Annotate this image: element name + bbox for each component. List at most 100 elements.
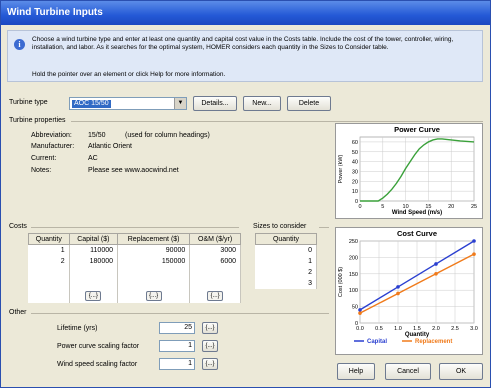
sizes-table[interactable]: Quantity 0 1 2 3 [255, 233, 317, 289]
current-label: Current: [31, 155, 57, 162]
info-text: Choose a wind turbine type and enter at … [32, 36, 454, 51]
table-cell[interactable]: 6000 [189, 255, 241, 267]
notes-label: Notes: [31, 167, 52, 174]
power-scaling-sensitivity-button[interactable]: {...} [202, 340, 218, 352]
table-cell[interactable]: 3000 [189, 244, 241, 256]
details-button[interactable]: Details... [193, 96, 237, 111]
om-sensitivity-button[interactable]: {...} [207, 290, 224, 301]
data-point [434, 272, 438, 276]
data-point [472, 239, 476, 243]
help-button[interactable]: Help [337, 363, 375, 380]
table-cell[interactable]: 180000 [69, 255, 119, 267]
info-hint: Hold the pointer over an element or clic… [32, 71, 226, 78]
x-tick-label: 5 [381, 204, 384, 210]
column-header: Capital ($) [68, 233, 119, 245]
table-cell[interactable]: 110000 [69, 244, 119, 256]
replacement-sensitivity-button[interactable]: {...} [145, 290, 162, 301]
table-row[interactable]: 2 180000 150000 6000 [28, 255, 241, 267]
column-header: Quantity [255, 233, 317, 245]
lifetime-input[interactable]: 25 [159, 322, 195, 334]
y-tick-label: 20 [352, 179, 358, 185]
table-row[interactable]: 1 110000 90000 3000 [28, 244, 241, 256]
chevron-down-icon[interactable]: ▼ [174, 98, 186, 109]
x-tick-label: 0.5 [375, 326, 383, 332]
lifetime-sensitivity-button[interactable]: {...} [202, 322, 218, 334]
y-tick-label: 50 [352, 305, 358, 311]
y-axis-label: Power (kW) [338, 154, 344, 183]
legend-label: Replacement [415, 339, 452, 345]
size-value[interactable]: 3 [255, 277, 317, 289]
y-tick-label: 30 [352, 169, 358, 175]
delete-button[interactable]: Delete [287, 96, 331, 111]
column-header: Replacement ($) [116, 233, 191, 245]
x-tick-label: 3.0 [470, 326, 478, 332]
data-point [358, 311, 362, 315]
new-button[interactable]: New... [243, 96, 281, 111]
notes-value: Please see www.aocwind.net [88, 167, 179, 174]
sizes-heading: Sizes to consider [253, 223, 307, 230]
current-value: AC [88, 155, 98, 162]
wind-scaling-sensitivity-button[interactable]: {...} [202, 358, 218, 370]
x-tick-label: 0.0 [356, 326, 364, 332]
cost-curve-svg: Cost Curve0501001502002500.0 0.5 1.0 1.5 2.0… [338, 229, 478, 345]
info-icon: i [14, 39, 25, 50]
abbreviation-value: 15/50 [88, 132, 106, 139]
capital-sensitivity-button[interactable]: {...} [85, 290, 102, 301]
wind-scaling-label: Wind speed scaling factor [57, 361, 138, 368]
costs-table[interactable]: Quantity Capital ($) Replacement ($) O&M… [28, 233, 241, 303]
wind-scaling-input[interactable]: 1 [159, 358, 195, 370]
data-point [358, 308, 362, 312]
divider [31, 313, 329, 314]
x-tick-label: 20 [448, 204, 454, 210]
size-value[interactable]: 2 [255, 266, 317, 278]
size-value[interactable]: 1 [255, 255, 317, 267]
data-point [396, 291, 400, 296]
cost-curve-chart: Cost Curve 0 50 100 150 200 250 0.0 0.5 1.0 1.5 2.0… [335, 227, 483, 355]
data-point [472, 252, 476, 256]
power-curve-svg: Power Curve01020304050600 5 10 15 20 25Wind S… [338, 125, 477, 216]
costs-heading: Costs [9, 223, 27, 230]
legend-label: Capital [367, 339, 387, 345]
data-point [396, 285, 400, 289]
table-cell[interactable]: 2 [28, 255, 70, 267]
window-title: Wind Turbine Inputs [1, 1, 490, 25]
power-scaling-label: Power curve scaling factor [57, 343, 140, 350]
chart-title: Power Curve [394, 125, 440, 134]
y-tick-label: 200 [349, 255, 358, 261]
turbine-type-label: Turbine type [9, 99, 48, 106]
table-cell[interactable]: 150000 [117, 255, 191, 267]
x-tick-label: 0 [358, 204, 361, 210]
wind-turbine-inputs-window: Wind Turbine Inputs i Choose a wind turb… [0, 0, 491, 388]
y-tick-label: 150 [349, 272, 358, 278]
power-scaling-input[interactable]: 1 [159, 340, 195, 352]
x-axis-label: Wind Speed (m/s) [392, 210, 442, 216]
abbreviation-note: (used for column headings) [125, 132, 210, 139]
y-tick-label: 60 [352, 140, 358, 146]
divider [31, 227, 239, 228]
y-tick-label: 100 [349, 288, 358, 294]
size-value[interactable]: 0 [255, 244, 317, 256]
abbreviation-label: Abbreviation: [31, 132, 72, 139]
y-tick-label: 40 [352, 160, 358, 166]
turbine-type-select[interactable]: AOC 15/50 ▼ [69, 97, 187, 110]
column-header: Quantity [28, 233, 70, 245]
table-cell[interactable]: 1 [28, 244, 70, 256]
x-tick-label: 2.5 [451, 326, 459, 332]
turbine-type-value: AOC 15/50 [72, 100, 111, 108]
power-curve-chart: Power Curve 0 10 20 30 40 50 60 0 5 10 15 20 25 Wind S… [335, 123, 483, 219]
column-header: O&M ($/yr) [189, 233, 241, 245]
divider [319, 227, 329, 228]
divider [71, 121, 483, 122]
x-tick-label: 1.0 [394, 326, 402, 332]
y-tick-label: 10 [352, 189, 358, 195]
manufacturer-value: Atlantic Orient [88, 143, 132, 150]
chart-title: Cost Curve [397, 229, 437, 238]
x-tick-label: 25 [471, 204, 477, 210]
cancel-button[interactable]: Cancel [385, 363, 431, 380]
series-line [360, 138, 475, 202]
manufacturer-label: Manufacturer: [31, 143, 75, 150]
x-axis-label: Quantity [405, 332, 430, 338]
table-cell[interactable]: 90000 [117, 244, 191, 256]
ok-button[interactable]: OK [439, 363, 483, 380]
data-point [434, 262, 438, 266]
